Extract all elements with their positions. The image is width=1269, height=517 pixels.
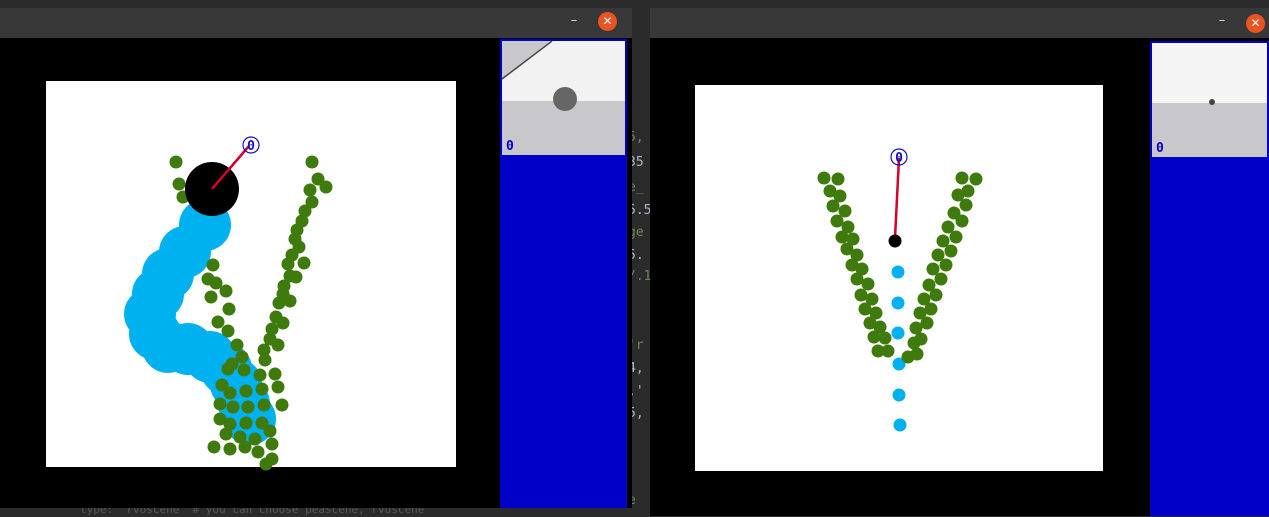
camera-view: 0 [1150, 41, 1269, 159]
obstacle-dot [830, 214, 844, 228]
obstacle-dot [265, 437, 279, 451]
obstacle-dot [211, 315, 225, 329]
camera-label: 0 [1156, 141, 1164, 156]
obstacle-dot [221, 362, 235, 376]
minimize-button[interactable]: – [567, 14, 581, 28]
window-titlebar[interactable]: – ✕ [650, 8, 1269, 38]
obstacle-dot [934, 272, 948, 286]
obstacle-dot [944, 244, 958, 258]
side-panel-fill [1150, 158, 1269, 516]
obstacle-dot [826, 199, 840, 213]
obstacle-dot [901, 350, 915, 364]
obstacle-dot [219, 284, 233, 298]
obstacle-dot [955, 214, 969, 228]
obstacle-dot [253, 368, 267, 382]
obstacle-dot [207, 440, 221, 454]
scene-view: 0 [695, 85, 1103, 471]
scene-view: 0 [46, 81, 456, 471]
obstacle-dot [969, 172, 983, 186]
side-panel: 0 [1150, 41, 1269, 516]
simulation-window-left: – ✕ 0 0 [0, 8, 632, 508]
obstacle-dot [268, 367, 282, 381]
camera-label: 0 [506, 139, 514, 154]
obstacle-dot [239, 416, 253, 430]
obstacle-dot [929, 288, 943, 302]
obstacle-dot [817, 171, 831, 185]
obstacle-dot [959, 198, 973, 212]
obstacle-dot [169, 155, 183, 169]
obstacle-dot [204, 290, 218, 304]
obstacle-dot [831, 172, 845, 186]
obstacle-dot [222, 302, 236, 316]
obstacle-dot [258, 353, 272, 367]
agent-trail-circle [891, 296, 905, 310]
obstacle-dot [305, 155, 319, 169]
obstacle-dot [949, 230, 963, 244]
obstacle-dot [239, 384, 253, 398]
simulation-window-right: – ✕ 0 0 [650, 8, 1269, 516]
close-button[interactable]: ✕ [1246, 14, 1265, 33]
agent-trail-circle [891, 265, 905, 279]
obstacle-dot [867, 330, 881, 344]
obstacle-view [553, 87, 577, 111]
obstacle-dot [221, 324, 235, 338]
obstacle-dot [319, 180, 333, 194]
obstacle-dot [213, 397, 227, 411]
obstacle-dot [259, 457, 273, 471]
obstacle-dot [907, 336, 921, 350]
obstacle-dot [230, 338, 244, 352]
agent-label: 0 [895, 151, 903, 166]
minimize-button[interactable]: – [1215, 14, 1229, 28]
obstacle-dot [289, 270, 303, 284]
obstacle-dot [255, 382, 269, 396]
obstacle-dot [303, 183, 317, 197]
obstacle-dot [206, 258, 220, 272]
obstacle-dot [955, 171, 969, 185]
obstacle-dot [238, 440, 252, 454]
agent-trail-circle [893, 418, 907, 432]
obstacle-dot [219, 427, 233, 441]
obstacle-dot [241, 400, 255, 414]
obstacle-dot [251, 445, 265, 459]
obstacle-dot [257, 398, 271, 412]
agent-label: 0 [247, 139, 255, 154]
obstacle-dot [275, 398, 289, 412]
obstacle-dot [283, 294, 297, 308]
obstacle-dot [276, 316, 290, 330]
agent-trail-circle [891, 326, 905, 340]
agent-trail-circle [892, 388, 906, 402]
obstacle-dot [223, 442, 237, 456]
obstacle-dot [835, 230, 849, 244]
obstacle-dot [271, 338, 285, 352]
obstacle-dot [881, 344, 895, 358]
close-button[interactable]: ✕ [598, 12, 617, 31]
obstacle-dot [172, 177, 186, 191]
side-panel: 0 [500, 39, 627, 508]
window-titlebar[interactable]: – ✕ [0, 8, 632, 38]
camera-view: 0 [500, 39, 627, 157]
obstacle-dot [878, 331, 892, 345]
side-panel-fill [500, 156, 627, 508]
obstacle-dot [226, 400, 240, 414]
obstacle-dot [297, 256, 311, 270]
obstacle-dot [272, 296, 286, 310]
obstacle-dot [281, 257, 295, 271]
obstacle-dot [223, 386, 237, 400]
obstacle-dot [271, 380, 285, 394]
obstacle-dot [939, 258, 953, 272]
agent-body [888, 234, 902, 248]
simulation-canvas: 0 [650, 41, 1150, 516]
obstacle-dot [861, 277, 875, 291]
simulation-canvas: 0 [0, 39, 500, 508]
obstacle-dot [263, 424, 277, 438]
obstacle-dot [237, 363, 251, 377]
